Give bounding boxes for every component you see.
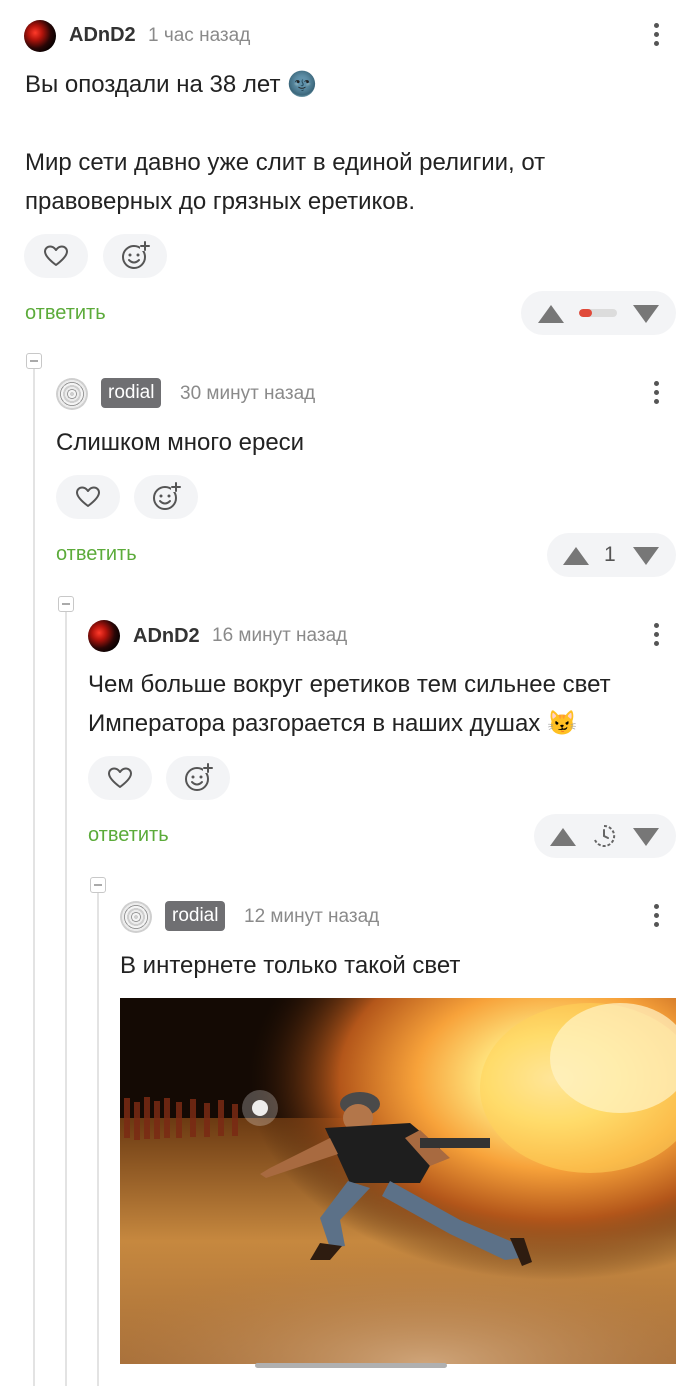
comment-time: 1 час назад bbox=[148, 25, 251, 46]
thread-line bbox=[97, 892, 99, 1386]
photo-flamethrower bbox=[120, 998, 676, 1364]
collapse-icon[interactable] bbox=[26, 353, 42, 369]
rating-bar bbox=[579, 309, 617, 317]
thread-line bbox=[65, 612, 67, 1386]
arrow-down-icon[interactable] bbox=[631, 545, 661, 567]
avatar[interactable] bbox=[88, 620, 120, 652]
reply-button[interactable]: ответить bbox=[25, 302, 106, 325]
more-vertical-icon[interactable] bbox=[646, 901, 666, 933]
author-name[interactable]: rodial bbox=[101, 378, 162, 408]
add-reaction-icon bbox=[185, 763, 213, 791]
rating-bar-negative bbox=[579, 309, 592, 317]
vote-box bbox=[521, 291, 676, 335]
more-vertical-icon[interactable] bbox=[646, 378, 666, 410]
comment-text: В интернете только такой свет bbox=[120, 946, 680, 985]
clock-icon bbox=[594, 824, 616, 847]
add-reaction-icon bbox=[122, 241, 150, 269]
avatar[interactable] bbox=[24, 20, 56, 52]
comment-text: Чем больше вокруг еретиков тем сильнее с… bbox=[88, 665, 678, 743]
more-vertical-icon[interactable] bbox=[646, 620, 666, 652]
avatar[interactable] bbox=[56, 378, 88, 410]
like-button[interactable] bbox=[88, 756, 152, 800]
comment-image[interactable] bbox=[120, 998, 676, 1364]
vote-box: 1 bbox=[547, 533, 676, 577]
reply-button[interactable]: ответить bbox=[88, 824, 169, 847]
comment-text-line: Слишком много ереси bbox=[56, 429, 305, 456]
add-reaction-button[interactable] bbox=[166, 756, 230, 800]
author-name[interactable]: rodial bbox=[165, 901, 226, 931]
arrow-down-icon[interactable] bbox=[631, 826, 661, 848]
add-reaction-button[interactable] bbox=[103, 234, 167, 278]
comment-text-line: В интернете только такой свет bbox=[120, 952, 461, 979]
heart-icon bbox=[44, 245, 68, 266]
comment-text-line: Вы опоздали на 38 лет 🌚 bbox=[25, 71, 317, 98]
comment-text-line: Чем больше вокруг еретиков тем сильнее с… bbox=[88, 671, 611, 698]
comment-text-line: Мир сети давно уже слит в единой религии… bbox=[25, 149, 546, 176]
collapse-icon[interactable] bbox=[90, 877, 106, 893]
vote-box bbox=[534, 814, 676, 858]
comment-text-line bbox=[25, 104, 665, 143]
add-reaction-button[interactable] bbox=[134, 475, 198, 519]
add-reaction-icon bbox=[153, 482, 181, 510]
comment-text-line: правоверных до грязных еретиков. bbox=[25, 188, 416, 215]
more-vertical-icon[interactable] bbox=[646, 20, 666, 52]
comment-time: 30 минут назад bbox=[180, 383, 316, 404]
comment-time: 12 минут назад bbox=[244, 906, 380, 927]
comment-time: 16 минут назад bbox=[212, 625, 348, 646]
rating-value: 1 bbox=[604, 543, 616, 566]
like-button[interactable] bbox=[24, 234, 88, 278]
arrow-up-icon[interactable] bbox=[561, 545, 591, 567]
comment-text-line: Императора разгорается в наших душах 😼 bbox=[88, 710, 577, 737]
arrow-down-icon[interactable] bbox=[631, 303, 661, 325]
author-name[interactable]: ADnD2 bbox=[69, 24, 136, 47]
like-button[interactable] bbox=[56, 475, 120, 519]
reply-button[interactable]: ответить bbox=[56, 543, 137, 566]
scrollbar[interactable] bbox=[255, 1363, 447, 1368]
arrow-up-icon[interactable] bbox=[548, 826, 578, 848]
thread-line bbox=[33, 368, 35, 1386]
comment-text: Вы опоздали на 38 лет 🌚 Мир сети давно у… bbox=[25, 65, 665, 221]
author-name[interactable]: ADnD2 bbox=[133, 625, 200, 648]
avatar[interactable] bbox=[120, 901, 152, 933]
heart-icon bbox=[108, 767, 132, 788]
collapse-icon[interactable] bbox=[58, 596, 74, 612]
comment-text: Слишком много ереси bbox=[56, 423, 656, 462]
heart-icon bbox=[76, 486, 100, 507]
arrow-up-icon[interactable] bbox=[536, 303, 566, 325]
